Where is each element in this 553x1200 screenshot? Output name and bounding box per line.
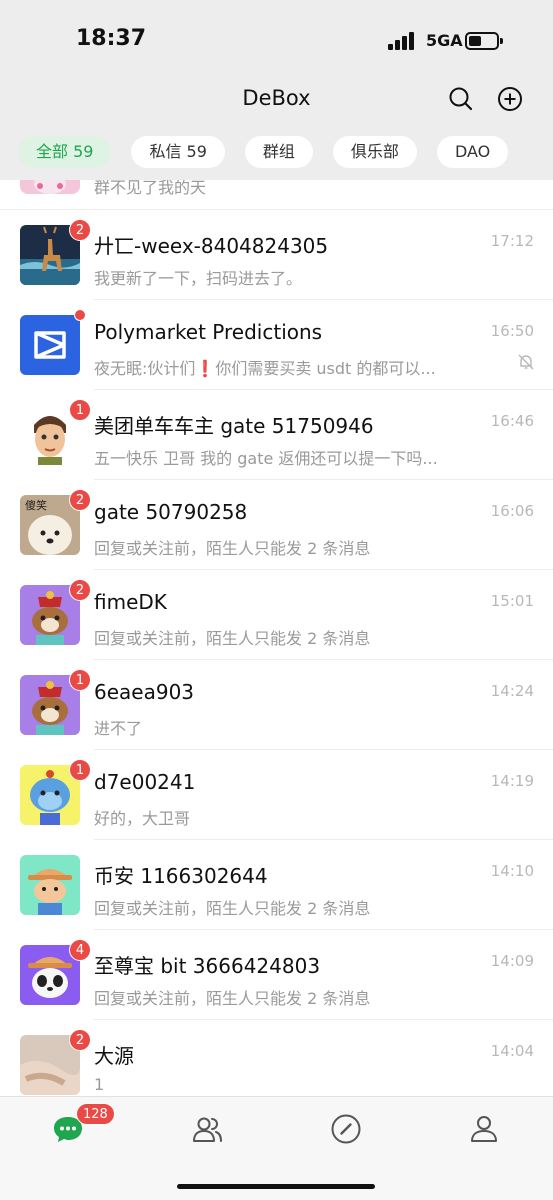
chat-time: 16:50 bbox=[490, 322, 534, 340]
profile-icon[interactable] bbox=[464, 1109, 504, 1149]
unread-badge: 2 bbox=[69, 489, 91, 511]
unread-badge: 1 bbox=[69, 399, 91, 421]
chat-list: 群不见了我的天 2 廾匸-weex-8404824305 我更新了一下，扫码进去… bbox=[0, 180, 553, 1096]
chat-name: 币安 1166302644 bbox=[94, 864, 268, 888]
network-label: 5GA bbox=[426, 31, 463, 50]
avatar-text: 傻笑 bbox=[25, 498, 47, 512]
list-item[interactable]: 2 廾匸-weex-8404824305 我更新了一下，扫码进去了。 17:12 bbox=[0, 210, 553, 300]
chat-time: 14:24 bbox=[490, 682, 534, 700]
search-icon[interactable] bbox=[448, 86, 474, 112]
chat-name: 廾匸-weex-8404824305 bbox=[94, 234, 329, 258]
chat-preview: 回复或关注前，陌生人只能发 2 条消息 bbox=[94, 629, 371, 648]
chat-name: Polymarket Predictions bbox=[94, 320, 323, 344]
unread-badge: 2 bbox=[69, 1029, 91, 1051]
unread-badge: 1 bbox=[69, 669, 91, 691]
tab-groups[interactable]: 群组 bbox=[244, 136, 313, 168]
chat-preview: 回复或关注前，陌生人只能发 2 条消息 bbox=[94, 899, 371, 918]
chat-preview: 进不了 bbox=[94, 719, 143, 738]
top-header: 18:37 5GA DeBox 全部 59 私信 59 群组 俱乐部 DAO bbox=[0, 0, 553, 180]
chat-time: 16:46 bbox=[490, 412, 534, 430]
chat-preview: 1 bbox=[94, 1075, 105, 1094]
status-bar: 18:37 5GA bbox=[0, 0, 553, 80]
chat-time: 14:10 bbox=[490, 862, 534, 880]
list-item[interactable]: 币安 1166302644 回复或关注前，陌生人只能发 2 条消息 14:10 bbox=[0, 840, 553, 930]
chat-name: gate 50790258 bbox=[94, 500, 248, 524]
chat-preview: 我更新了一下，扫码进去了。 bbox=[94, 269, 303, 288]
filter-tabs: 全部 59 私信 59 群组 俱乐部 DAO bbox=[18, 136, 509, 168]
chat-name: 6eaea903 bbox=[94, 680, 195, 704]
unread-badge: 128 bbox=[76, 1103, 115, 1125]
list-item[interactable]: 2 fimeDK 回复或关注前，陌生人只能发 2 条消息 15:01 bbox=[0, 570, 553, 660]
signal-icon bbox=[388, 32, 416, 50]
chat-preview: 群不见了我的天 bbox=[94, 180, 207, 197]
list-item[interactable]: Polymarket Predictions 夜无眠:伙计们❗你们需要买卖 us… bbox=[0, 300, 553, 390]
unread-badge: 2 bbox=[69, 219, 91, 241]
chat-preview: 回复或关注前，陌生人只能发 2 条消息 bbox=[94, 989, 371, 1008]
list-item[interactable]: 1 6eaea903 进不了 14:24 bbox=[0, 660, 553, 750]
list-item[interactable]: 2 大源 1 14:04 bbox=[0, 1020, 553, 1096]
list-item[interactable]: 4 至尊宝 bit 3666424803 回复或关注前，陌生人只能发 2 条消息… bbox=[0, 930, 553, 1020]
tab-dao[interactable]: DAO bbox=[436, 136, 509, 168]
chat-name: 大源 bbox=[94, 1044, 134, 1068]
add-circle-icon[interactable] bbox=[497, 86, 523, 112]
chat-name: 至尊宝 bit 3666424803 bbox=[94, 954, 321, 978]
chat-preview: 好的，大卫哥 bbox=[94, 809, 191, 828]
chat-name: d7e00241 bbox=[94, 770, 196, 794]
unread-badge: 4 bbox=[69, 939, 91, 961]
avatar bbox=[20, 855, 80, 915]
avatar bbox=[20, 315, 80, 375]
tab-clubs[interactable]: 俱乐部 bbox=[332, 136, 417, 168]
status-time: 18:37 bbox=[76, 26, 147, 51]
home-indicator bbox=[177, 1184, 375, 1189]
chat-time: 17:12 bbox=[490, 232, 534, 250]
unread-badge: 2 bbox=[69, 579, 91, 601]
compass-icon[interactable] bbox=[326, 1109, 366, 1149]
chat-time: 15:01 bbox=[490, 592, 534, 610]
tab-all[interactable]: 全部 59 bbox=[18, 136, 112, 168]
battery-icon bbox=[465, 32, 503, 50]
chat-name: 美团单车车主 gate 51750946 bbox=[94, 414, 374, 438]
unread-badge: 1 bbox=[69, 759, 91, 781]
contacts-icon[interactable] bbox=[187, 1109, 227, 1149]
chat-time: 14:04 bbox=[490, 1042, 534, 1060]
list-item[interactable]: 1 美团单车车主 gate 51750946 五一快乐 卫哥 我的 gate 返… bbox=[0, 390, 553, 480]
chat-preview: 回复或关注前，陌生人只能发 2 条消息 bbox=[94, 539, 371, 558]
unread-dot bbox=[74, 309, 86, 321]
chat-preview: 夜无眠:伙计们❗你们需要买卖 usdt 的都可以... bbox=[94, 359, 436, 378]
list-item[interactable]: 1 d7e00241 好的，大卫哥 14:19 bbox=[0, 750, 553, 840]
chat-time: 16:06 bbox=[490, 502, 534, 520]
chat-name: fimeDK bbox=[94, 590, 167, 614]
chat-time: 14:19 bbox=[490, 772, 534, 790]
mute-bell-icon bbox=[517, 353, 535, 371]
list-item[interactable]: 群不见了我的天 bbox=[0, 180, 553, 210]
tab-direct-messages[interactable]: 私信 59 bbox=[131, 136, 225, 168]
list-item[interactable]: 傻笑 2 gate 50790258 回复或关注前，陌生人只能发 2 条消息 1… bbox=[0, 480, 553, 570]
chat-preview: 五一快乐 卫哥 我的 gate 返佣还可以提一下吗... bbox=[94, 449, 438, 468]
chat-time: 14:09 bbox=[490, 952, 534, 970]
avatar bbox=[20, 180, 80, 194]
